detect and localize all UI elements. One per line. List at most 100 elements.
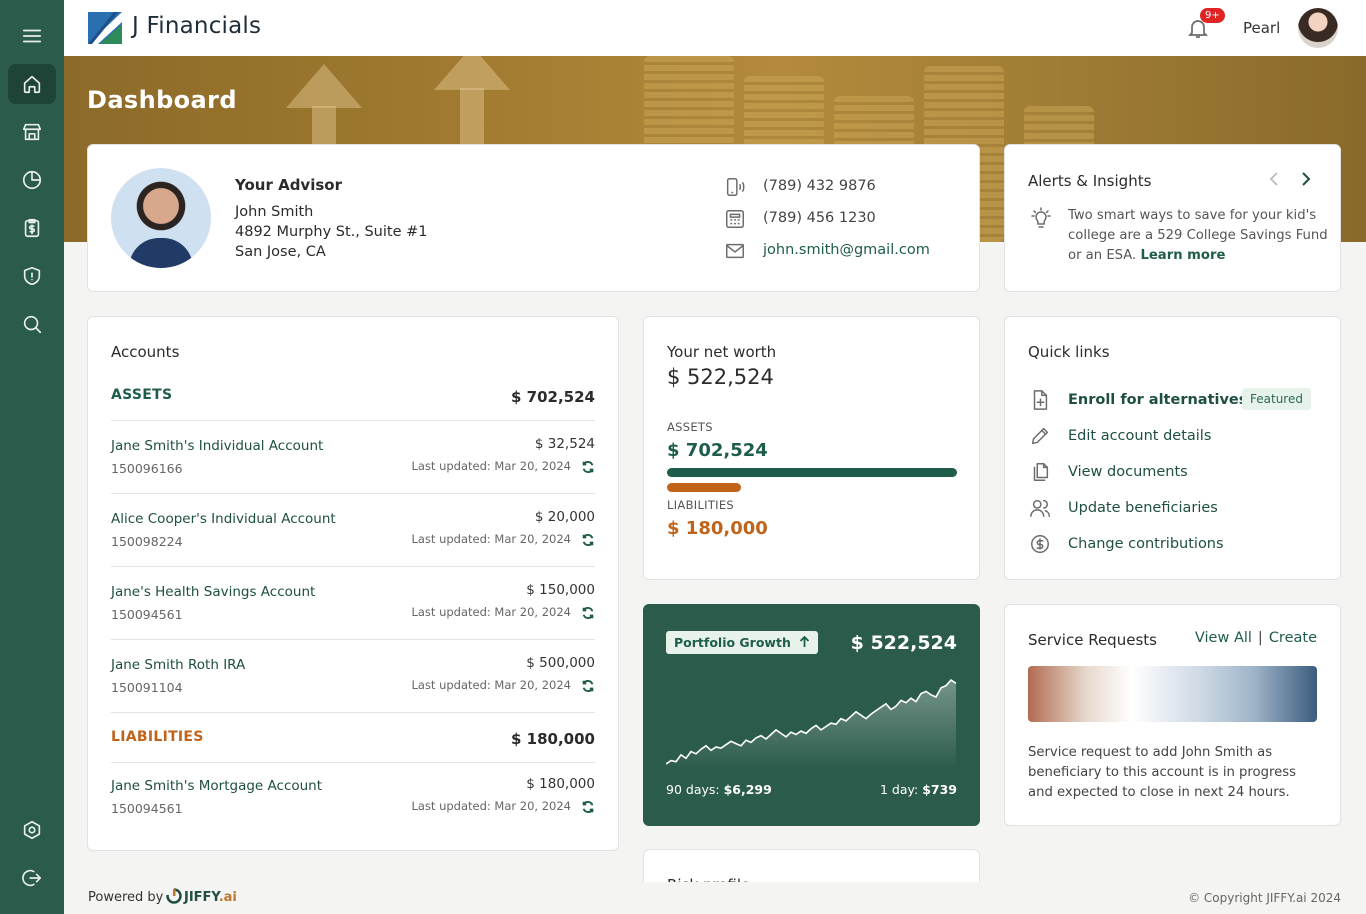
logout-icon xyxy=(22,869,42,887)
dollar-circle-icon xyxy=(1029,533,1051,555)
view-all-link[interactable]: View All xyxy=(1195,630,1252,646)
divider xyxy=(111,639,595,640)
advisor-mobile[interactable]: (789) 432 9876 xyxy=(763,178,876,194)
quick-link-view-documents[interactable]: View documents xyxy=(1068,464,1188,480)
create-link[interactable]: Create xyxy=(1269,630,1317,646)
advisor-office-phone[interactable]: (789) 456 1230 xyxy=(763,210,876,226)
assets-value: $ 702,524 xyxy=(667,440,768,461)
nav-payments[interactable] xyxy=(8,208,56,248)
quick-link-edit-account[interactable]: Edit account details xyxy=(1068,428,1211,444)
growth-1-day: 1 day: $739 xyxy=(880,782,957,797)
account-name[interactable]: Jane Smith's Individual Account xyxy=(111,438,323,454)
documents-icon xyxy=(1029,461,1051,483)
arrow-up-icon xyxy=(800,635,810,647)
brand-name: J Financials xyxy=(132,13,262,39)
user-name[interactable]: Pearl xyxy=(1243,19,1280,37)
jiffy-suffix: .ai xyxy=(218,890,237,905)
nav-accounts[interactable] xyxy=(8,112,56,152)
clipboard-dollar-icon xyxy=(24,218,40,238)
account-name[interactable]: Jane Smith's Mortgage Account xyxy=(111,778,322,794)
divider xyxy=(111,762,595,763)
account-amount: $ 150,000 xyxy=(526,582,595,598)
nav-logout[interactable] xyxy=(8,858,56,898)
portfolio-growth-pill: Portfolio Growth xyxy=(666,631,819,654)
divider xyxy=(111,566,595,567)
account-name[interactable]: Jane's Health Savings Account xyxy=(111,584,315,600)
sidebar xyxy=(0,0,64,914)
net-worth-card: Your net worth $ 522,524 ASSETS $ 702,52… xyxy=(643,316,980,580)
office-phone-icon xyxy=(724,208,746,230)
learn-more-link[interactable]: Learn more xyxy=(1140,248,1225,263)
account-name[interactable]: Jane Smith Roth IRA xyxy=(111,657,245,673)
account-updated: Last updated: Mar 20, 2024 xyxy=(411,532,571,546)
service-request-text: Service request to add John Smith as ben… xyxy=(1028,745,1296,800)
settings-icon xyxy=(23,820,41,840)
accounts-title: Accounts xyxy=(111,343,180,361)
advisor-photo xyxy=(111,168,211,268)
divider xyxy=(111,712,595,713)
net-worth-title: Your net worth xyxy=(667,343,777,361)
refresh-icon[interactable] xyxy=(581,459,595,474)
liabilities-value: $ 180,000 xyxy=(667,518,768,539)
lightbulb-icon xyxy=(1031,207,1051,228)
menu-button[interactable] xyxy=(8,16,56,56)
account-amount: $ 20,000 xyxy=(534,509,595,525)
assets-label: ASSETS xyxy=(667,420,713,434)
refresh-icon[interactable] xyxy=(581,678,595,693)
sparkline-area xyxy=(666,680,956,770)
refresh-icon[interactable] xyxy=(581,799,595,814)
refresh-icon[interactable] xyxy=(581,605,595,620)
account-updated: Last updated: Mar 20, 2024 xyxy=(411,799,571,813)
advisor-title: Your Advisor xyxy=(235,176,342,194)
growth-1-day-value: $739 xyxy=(922,782,957,797)
nav-search[interactable] xyxy=(8,304,56,344)
service-requests-title: Service Requests xyxy=(1028,631,1157,649)
user-avatar[interactable] xyxy=(1298,8,1338,48)
portfolio-growth-card[interactable]: Portfolio Growth $ 522,524 90 days: $6,2… xyxy=(643,604,980,826)
accounts-card: Accounts ASSETS $ 702,524 Jane Smith's I… xyxy=(87,316,619,851)
alerts-next-button[interactable] xyxy=(1299,171,1313,192)
portfolio-value: $ 522,524 xyxy=(850,632,957,654)
nav-insurance[interactable] xyxy=(8,256,56,296)
service-requests-card: Service Requests View All | Create Service… xyxy=(1004,604,1341,826)
nav-portfolio[interactable] xyxy=(8,160,56,200)
pie-chart-icon xyxy=(22,170,42,190)
brand-logo-icon xyxy=(88,12,122,44)
bank-icon xyxy=(22,123,42,141)
pencil-icon xyxy=(1029,425,1051,447)
advisor-card: Your Advisor John Smith 4892 Murphy St.,… xyxy=(87,144,980,292)
quick-link-enroll-alternatives[interactable]: Enroll for alternatives xyxy=(1068,392,1247,408)
home-icon xyxy=(23,75,41,94)
powered-by-text: Powered by xyxy=(88,890,164,905)
advisor-email-link[interactable]: john.smith@gmail.com xyxy=(763,242,930,258)
account-number: 150096166 xyxy=(111,461,183,476)
account-number: 150098224 xyxy=(111,534,183,549)
growth-90-days-label: 90 days: xyxy=(666,782,720,797)
account-number: 150091104 xyxy=(111,680,183,695)
account-amount: $ 500,000 xyxy=(526,655,595,671)
page-title: Dashboard xyxy=(87,86,237,114)
account-amount: $ 32,524 xyxy=(534,436,595,452)
growth-90-days: 90 days: $6,299 xyxy=(666,782,772,797)
liabilities-label: LIABILITIES xyxy=(667,498,735,512)
refresh-icon[interactable] xyxy=(581,532,595,547)
quick-link-update-beneficiaries[interactable]: Update beneficiaries xyxy=(1068,500,1218,516)
jiffy-logo: JIFFY.ai xyxy=(166,888,237,905)
portfolio-growth-label: Portfolio Growth xyxy=(674,635,791,650)
jiffy-brand: JIFFY xyxy=(184,890,219,905)
quick-link-change-contributions[interactable]: Change contributions xyxy=(1068,536,1224,552)
account-number: 150094561 xyxy=(111,607,183,622)
growth-1-day-label: 1 day: xyxy=(879,782,919,797)
file-plus-icon xyxy=(1029,389,1051,411)
nav-settings[interactable] xyxy=(8,810,56,850)
top-bar: J Financials 9+ Pearl xyxy=(64,0,1366,56)
account-number: 150094561 xyxy=(111,801,183,816)
account-name[interactable]: Alice Cooper's Individual Account xyxy=(111,511,336,527)
alerts-title: Alerts & Insights xyxy=(1028,172,1152,190)
liabilities-bar-fill xyxy=(667,483,742,492)
account-updated: Last updated: Mar 20, 2024 xyxy=(411,459,571,473)
portfolio-sparkline xyxy=(666,678,956,770)
advisor-address-line1: 4892 Murphy St., Suite #1 xyxy=(235,224,428,240)
alerts-prev-button[interactable] xyxy=(1267,171,1281,192)
nav-home[interactable] xyxy=(8,64,56,104)
